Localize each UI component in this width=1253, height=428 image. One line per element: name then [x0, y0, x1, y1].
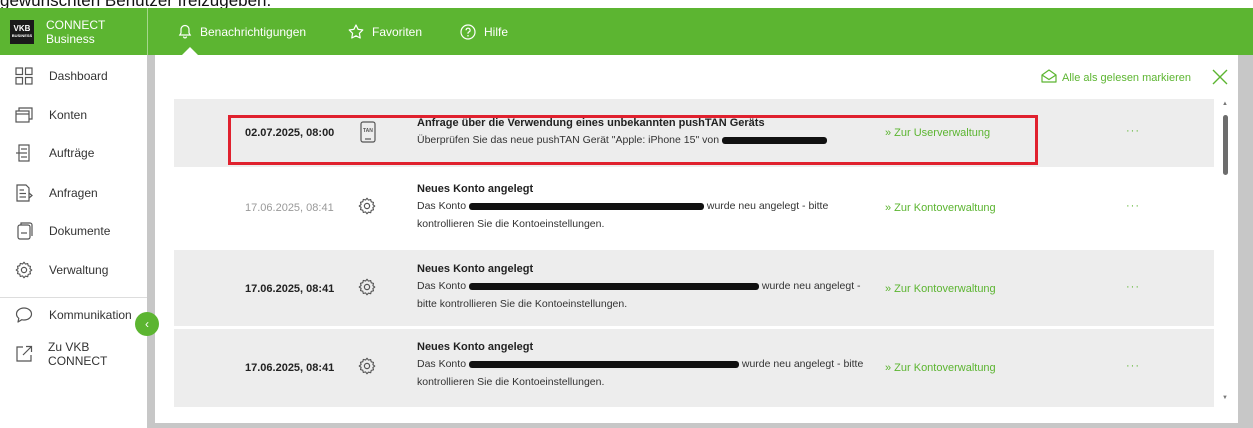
sidebar-item-zu-vkb-connect[interactable]: Zu VKB CONNECT: [14, 340, 147, 368]
notification-row[interactable]: 17.06.2025, 08:41 Neues Konto angelegt D…: [174, 169, 1214, 247]
gear-icon: [358, 278, 378, 298]
sidebar-item-label: Zu VKB CONNECT: [48, 340, 108, 368]
sidebar: Dashboard Konten Aufträge Anfragen Dokum…: [0, 55, 147, 428]
sidebar-divider: [0, 297, 147, 298]
redaction-bar: [721, 136, 827, 144]
notification-date: 17.06.2025, 08:41: [245, 202, 334, 214]
notification-list: 02.07.2025, 08:00 TAN Anfrage über die V…: [174, 99, 1214, 407]
content-frame-right: [1238, 55, 1253, 428]
notification-row[interactable]: 02.07.2025, 08:00 TAN Anfrage über die V…: [174, 99, 1214, 167]
notification-row[interactable]: 17.06.2025, 08:41 Neues Konto angelegt D…: [174, 329, 1214, 407]
sidebar-item-verwaltung[interactable]: Verwaltung: [14, 258, 108, 282]
notification-body: Das Konto wurde neu angelegt - bitte kon…: [417, 280, 861, 310]
requests-icon: [14, 183, 34, 203]
vkb-logo: VKB BUSINESS: [10, 19, 34, 44]
sidebar-item-auftraege[interactable]: Aufträge: [14, 141, 94, 165]
list-scrollbar[interactable]: ▲ ▼: [1219, 99, 1231, 407]
redaction-bar: [468, 202, 704, 210]
top-bar: VKB BUSINESS CONNECT Business Benachrich…: [0, 8, 1253, 55]
chat-icon: [14, 305, 34, 325]
mark-all-read-label: Alle als gelesen markieren: [1062, 71, 1192, 84]
close-button[interactable]: [1211, 68, 1229, 86]
open-envelope-icon: [1041, 69, 1057, 86]
notification-date: 02.07.2025, 08:00: [245, 127, 335, 139]
orders-icon: [14, 143, 34, 163]
active-tab-indicator: [182, 47, 198, 55]
notification-link-kontoverwaltung[interactable]: » Zur Kontoverwaltung: [885, 283, 996, 295]
sidebar-item-anfragen[interactable]: Anfragen: [14, 181, 98, 205]
brand-divider: [147, 8, 148, 55]
help-icon: [460, 23, 476, 40]
more-options-button[interactable]: ···: [1126, 360, 1140, 372]
sidebar-item-dashboard[interactable]: Dashboard: [14, 64, 108, 88]
notification-link-kontoverwaltung[interactable]: » Zur Kontoverwaltung: [885, 362, 996, 374]
sidebar-item-label: Anfragen: [49, 186, 98, 200]
gear-icon: [14, 260, 34, 280]
scroll-down-icon[interactable]: ▼: [1222, 395, 1228, 401]
sidebar-item-kommunikation[interactable]: Kommunikation: [14, 303, 132, 327]
star-icon: [348, 24, 364, 39]
notification-link-kontoverwaltung[interactable]: » Zur Kontoverwaltung: [885, 202, 996, 214]
gear-icon: [358, 357, 378, 377]
sidebar-item-konten[interactable]: Konten: [14, 103, 87, 127]
content-frame-left: [147, 55, 155, 428]
external-link-icon: [14, 344, 33, 364]
gear-icon: [358, 197, 378, 217]
scroll-up-icon[interactable]: ▲: [1222, 101, 1228, 107]
tab-label: Benachrichtigungen: [200, 24, 307, 39]
redaction-bar: [468, 360, 739, 368]
tab-help[interactable]: Hilfe: [460, 8, 508, 55]
sidebar-item-label: Dokumente: [49, 224, 111, 238]
tab-label: Hilfe: [484, 24, 509, 39]
content-frame-bottom: [147, 423, 1253, 428]
pushtan-device-icon: TAN: [358, 121, 378, 143]
more-options-button[interactable]: ···: [1126, 200, 1140, 212]
brand[interactable]: VKB BUSINESS CONNECT Business: [0, 8, 147, 55]
tab-label: Favoriten: [372, 24, 423, 39]
notification-title: Neues Konto angelegt: [417, 341, 534, 353]
brand-name: CONNECT Business: [46, 17, 106, 46]
sidebar-item-label: Konten: [49, 108, 88, 122]
notification-row[interactable]: 17.06.2025, 08:41 Neues Konto angelegt D…: [174, 250, 1214, 326]
documents-icon: [14, 221, 34, 241]
more-options-button[interactable]: ···: [1126, 281, 1140, 293]
notification-body: Das Konto wurde neu angelegt - bitte kon…: [417, 200, 829, 230]
bell-icon: [178, 24, 192, 39]
notification-body: Überprüfen Sie das neue pushTAN Gerät "A…: [417, 131, 877, 149]
mark-all-read-button[interactable]: Alle als gelesen markieren: [1041, 69, 1191, 86]
more-options-button[interactable]: ···: [1126, 125, 1140, 137]
notification-link-userverwaltung[interactable]: » Zur Userverwaltung: [885, 127, 990, 139]
tab-favorites[interactable]: Favoriten: [348, 8, 422, 55]
notification-date: 17.06.2025, 08:41: [245, 362, 335, 374]
scrollbar-thumb[interactable]: [1223, 115, 1228, 175]
sidebar-collapse-button[interactable]: ‹: [135, 312, 159, 336]
sidebar-item-dokumente[interactable]: Dokumente: [14, 219, 110, 243]
notification-title: Anfrage über die Verwendung eines unbeka…: [417, 117, 765, 129]
notification-date: 17.06.2025, 08:41: [245, 283, 335, 295]
sidebar-item-label: Kommunikation: [49, 308, 132, 322]
notification-title: Neues Konto angelegt: [417, 183, 534, 195]
close-icon: [1212, 69, 1228, 85]
sidebar-item-label: Aufträge: [49, 146, 95, 160]
sidebar-item-label: Dashboard: [49, 69, 108, 83]
sidebar-item-label: Verwaltung: [49, 263, 109, 277]
redaction-bar: [468, 282, 759, 290]
notification-title: Neues Konto angelegt: [417, 263, 534, 275]
dashboard-icon: [14, 66, 34, 86]
chevron-left-icon: ‹: [145, 317, 149, 331]
notification-body: Das Konto wurde neu angelegt - bitte kon…: [417, 358, 864, 388]
accounts-icon: [14, 105, 34, 125]
